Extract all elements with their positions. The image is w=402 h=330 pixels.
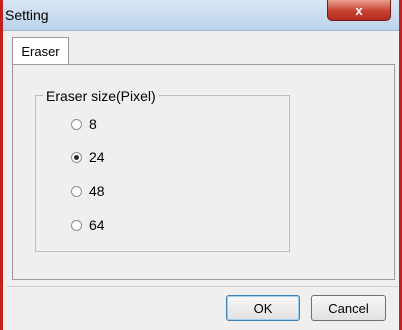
close-icon: x: [355, 2, 363, 18]
settings-dialog: Setting x Eraser Eraser size(Pixel) 8 24…: [0, 0, 402, 330]
radio-label: 64: [89, 217, 105, 233]
title-bar[interactable]: Setting x: [3, 0, 399, 31]
radio-button[interactable]: [71, 185, 82, 197]
close-button[interactable]: x: [327, 0, 391, 21]
radio-option-24[interactable]: 24: [71, 148, 105, 166]
tab-eraser[interactable]: Eraser: [12, 37, 69, 65]
radio-button[interactable]: [71, 118, 82, 130]
radio-option-48[interactable]: 48: [71, 182, 105, 200]
radio-label: 48: [89, 183, 105, 199]
radio-label: 8: [89, 116, 97, 132]
radio-option-8[interactable]: 8: [71, 115, 97, 133]
group-label: Eraser size(Pixel): [43, 88, 159, 104]
ok-label: OK: [253, 300, 273, 316]
radio-option-64[interactable]: 64: [71, 216, 105, 234]
radio-label: 24: [89, 149, 105, 165]
ok-button[interactable]: OK: [226, 295, 300, 321]
radio-button[interactable]: [71, 151, 82, 163]
tab-label: Eraser: [21, 44, 60, 59]
button-separator: [7, 286, 398, 287]
cancel-label: Cancel: [328, 300, 369, 316]
radio-button[interactable]: [71, 219, 82, 231]
cancel-button[interactable]: Cancel: [311, 295, 386, 321]
window-title: Setting: [5, 7, 49, 23]
